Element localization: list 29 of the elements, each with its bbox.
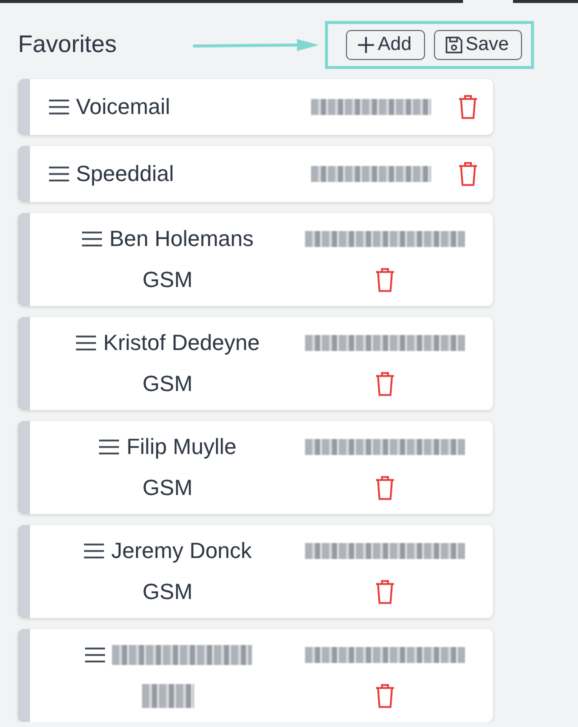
drag-handle-icon[interactable] — [83, 543, 106, 560]
drag-handle-icon[interactable] — [98, 439, 120, 456]
page-title: Favorites — [18, 31, 117, 59]
contact-name: Ben Holemans — [109, 226, 254, 252]
trash-icon[interactable] — [374, 578, 396, 605]
favorite-name: Voicemail — [76, 94, 170, 120]
contact-name: Filip Muylle — [126, 434, 237, 460]
add-button[interactable]: Add — [346, 30, 425, 60]
save-button[interactable]: Save — [434, 30, 522, 60]
drag-handle-icon[interactable] — [81, 231, 104, 248]
drag-handle-icon[interactable] — [75, 335, 98, 352]
contact-name: Jeremy Donck — [111, 538, 252, 564]
drag-handle-icon[interactable] — [48, 166, 70, 182]
number-type: GSM — [142, 474, 193, 501]
contact-name: Kristof Dedeyne — [103, 330, 260, 356]
drag-handle-icon[interactable] — [84, 647, 106, 664]
number-type: GSM — [142, 266, 193, 293]
trash-icon[interactable] — [374, 266, 396, 293]
save-icon — [444, 36, 463, 54]
number-type: GSM — [142, 370, 193, 397]
plus-icon — [356, 36, 375, 54]
trash-icon[interactable] — [374, 370, 396, 397]
number-type: GSM — [142, 578, 193, 605]
trash-icon[interactable] — [457, 94, 479, 120]
trash-icon[interactable] — [374, 682, 396, 709]
trash-icon[interactable] — [457, 161, 479, 187]
favorite-name: Speeddial — [76, 161, 174, 187]
trash-icon[interactable] — [374, 474, 396, 501]
drag-handle-icon[interactable] — [48, 99, 70, 115]
